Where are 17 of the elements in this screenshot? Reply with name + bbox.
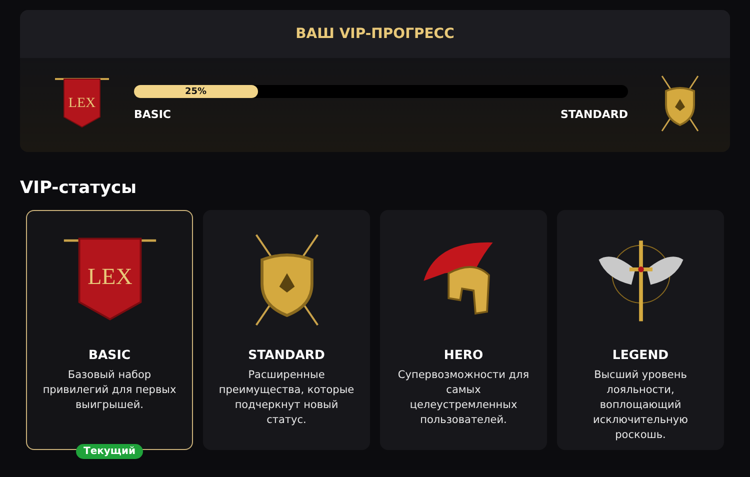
- status-description: Высший уровень лояльности, воплощающий исключительную роскошь.: [592, 368, 689, 443]
- status-name: LEGEND: [612, 347, 669, 362]
- status-description: Базовый набор привилегий для первых выигрышей.: [42, 368, 178, 413]
- status-description: Расширенные преимущества, которые подчеркнут новый статус.: [218, 368, 355, 428]
- panel-title: ВАШ VIP-ПРОГРЕСС: [296, 26, 454, 42]
- next-level-label: STANDARD: [560, 108, 628, 121]
- status-card[interactable]: STANDARD Расширенные преимущества, которые подчеркнут новый статус.: [203, 210, 370, 450]
- section-title: VIP-статусы: [20, 178, 138, 198]
- status-name: HERO: [444, 347, 484, 362]
- progress-percent: 25%: [184, 86, 207, 96]
- status-card[interactable]: HERO Супервозможности для самых целеустремленных пользователей.: [380, 210, 547, 450]
- current-level-label: BASIC: [134, 108, 171, 121]
- status-description: Супервозможности для самых целеустремленных пользователей.: [396, 368, 530, 428]
- status-name: BASIC: [88, 347, 131, 362]
- status-card[interactable]: LEGEND Высший уровень лояльности, воплощающий исключительную роскошь.: [557, 210, 724, 450]
- current-status-badge: Текущий: [76, 444, 144, 459]
- status-name: STANDARD: [248, 347, 325, 362]
